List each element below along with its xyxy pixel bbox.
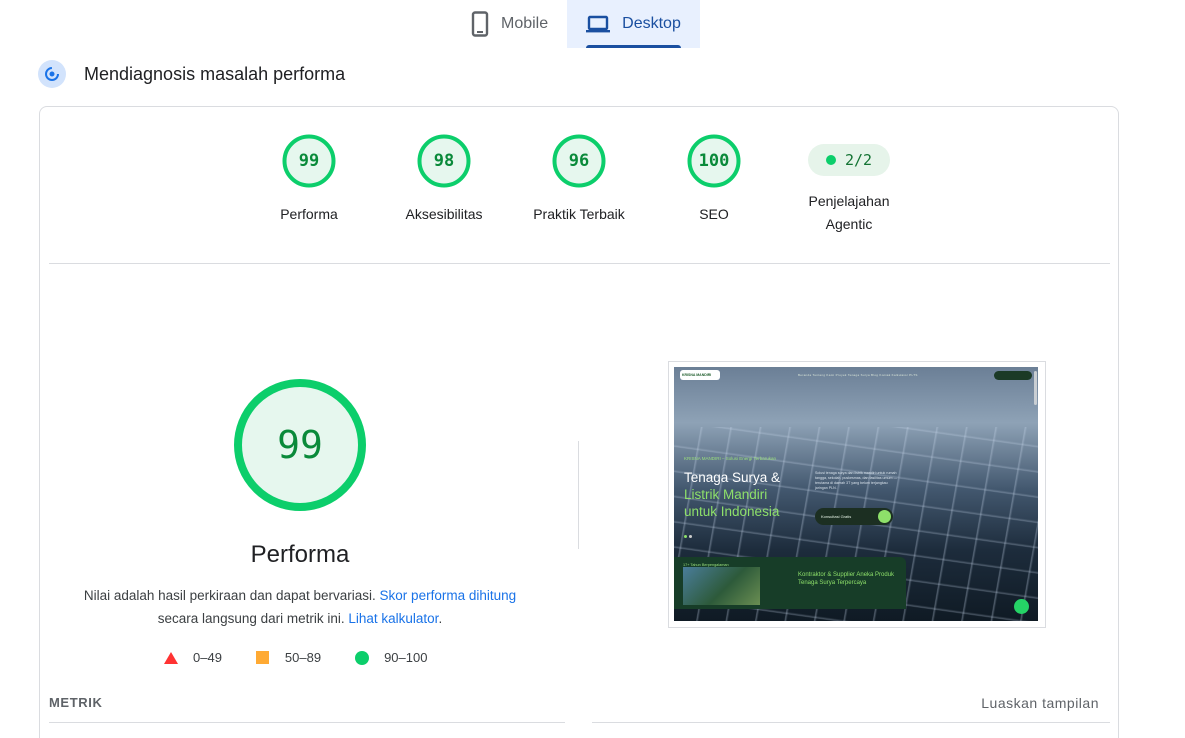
- legend-fail: 0–49: [164, 650, 222, 665]
- tab-desktop-label: Desktop: [622, 15, 681, 32]
- view-calculator-link[interactable]: Lihat kalkulator: [348, 611, 438, 626]
- divider: [49, 263, 1110, 264]
- headline-line: untuk Indonesia: [684, 504, 780, 519]
- diagnose-title: Mendiagnosis masalah performa: [84, 63, 346, 84]
- performance-score: 99: [277, 423, 323, 467]
- score-value: 99: [298, 151, 320, 171]
- device-tabs: Mobile Desktop: [452, 0, 700, 48]
- legend-range: 0–49: [193, 650, 222, 665]
- diagnose-gauge-icon: [38, 60, 66, 88]
- site-nav-button: [994, 370, 1032, 380]
- site-nav: KRISNA MANDIRI Beranda Tentang Kami Proy…: [674, 367, 1038, 383]
- fail-triangle-icon: [164, 651, 178, 664]
- average-square-icon: [255, 651, 269, 664]
- agentic-status-pill: 2/2: [808, 144, 890, 176]
- tab-desktop[interactable]: Desktop: [567, 0, 700, 48]
- performance-title: Performa: [250, 541, 350, 568]
- agentic-label-line2: Agentic: [825, 216, 873, 232]
- tab-mobile-label: Mobile: [501, 15, 549, 32]
- site-paragraph: Solusi tenaga surya dan listrik mandiri …: [815, 471, 898, 490]
- scrollbar: [1034, 371, 1037, 405]
- report-card: 99 Performa 98 Aksesibilitas 96 Praktik …: [39, 106, 1119, 738]
- carousel-dots: [684, 525, 696, 538]
- legend-average: 50–89: [255, 650, 322, 665]
- site-tagline: Kontraktor & Supplier Aneka Produk Tenag…: [798, 571, 898, 587]
- score-value: 98: [433, 151, 455, 171]
- tagline-highlight: Kontraktor & Supplier: [798, 572, 856, 578]
- score-seo[interactable]: 100 SEO: [654, 133, 774, 226]
- laptop-icon: [586, 15, 611, 33]
- score-label: Performa: [280, 206, 338, 222]
- legend-range: 50–89: [284, 650, 322, 665]
- agentic-value: 2/2: [844, 151, 873, 169]
- tab-mobile[interactable]: Mobile: [452, 0, 567, 48]
- pass-dot-icon: [825, 155, 836, 165]
- cta-label: Konsultasi Gratis: [821, 514, 852, 519]
- pass-circle-icon: [355, 650, 370, 665]
- legend-pass: 90–100: [355, 650, 427, 665]
- desc-text: secara langsung dari metrik ini.: [157, 611, 349, 626]
- score-value: 100: [698, 151, 730, 171]
- vertical-divider: [578, 441, 579, 549]
- score-gauge: 100: [686, 133, 742, 189]
- expand-view-toggle[interactable]: Luaskan tampilan: [592, 695, 1110, 723]
- score-agentic-browsing[interactable]: 2/2 Penjelajahan Agentic: [789, 133, 909, 236]
- category-scores: 99 Performa 98 Aksesibilitas 96 Praktik …: [40, 133, 1118, 263]
- final-screenshot[interactable]: KRISNA MANDIRI Beranda Tentang Kami Proy…: [668, 361, 1046, 628]
- score-gauge: 98: [416, 133, 472, 189]
- score-gauge: 96: [551, 133, 607, 189]
- score-gauge: 99: [281, 133, 337, 189]
- performance-description: Nilai adalah hasil perkiraan dan dapat b…: [80, 584, 520, 630]
- agentic-label-line1: Penjelajahan: [808, 193, 890, 209]
- website-screenshot: KRISNA MANDIRI Beranda Tentang Kami Proy…: [674, 367, 1038, 621]
- site-nav-links: Beranda Tentang Kami Proyek Tenaga Surya…: [798, 373, 918, 377]
- score-performance[interactable]: 99 Performa: [249, 133, 369, 226]
- score-label: SEO: [699, 206, 729, 222]
- whatsapp-icon: [1014, 599, 1029, 614]
- arrow-icon: [878, 510, 891, 523]
- score-value: 96: [568, 151, 590, 171]
- desc-text: .: [438, 611, 443, 626]
- score-best-practices[interactable]: 96 Praktik Terbaik: [519, 133, 639, 226]
- desc-text: Nilai adalah hasil perkiraan dan dapat b…: [83, 588, 380, 603]
- active-tab-indicator: [586, 45, 681, 48]
- site-headline: Tenaga Surya & Listrik Mandiri untuk Ind…: [684, 469, 804, 520]
- legend-range: 90–100: [384, 650, 428, 665]
- site-bottom-panel: 17+ Tahun Berpengalaman Kontraktor & Sup…: [674, 557, 906, 609]
- site-logo: KRISNA MANDIRI: [680, 370, 720, 380]
- score-label: Praktik Terbaik: [533, 206, 625, 222]
- site-cta: Konsultasi Gratis: [815, 508, 893, 525]
- score-legend: 0–49 50–89 90–100: [164, 650, 461, 665]
- diagnose-heading: Mendiagnosis masalah performa: [38, 60, 345, 88]
- project-photo: [683, 567, 760, 605]
- phone-icon: [471, 11, 489, 37]
- headline-line: Listrik Mandiri: [684, 487, 768, 502]
- score-label: Aksesibilitas: [405, 206, 483, 222]
- experience-badge: 17+ Tahun Berpengalaman: [683, 563, 729, 567]
- performance-gauge: 99: [232, 377, 368, 513]
- metrics-heading: METRIK: [49, 695, 565, 723]
- site-eyebrow: KRISNA MANDIRI – Solusi Energi Terbaruka…: [684, 456, 776, 461]
- score-label: Penjelajahan Agentic: [789, 190, 909, 236]
- score-accessibility[interactable]: 98 Aksesibilitas: [384, 133, 504, 226]
- score-calculated-link[interactable]: Skor performa dihitung: [380, 588, 517, 603]
- headline-line: Tenaga Surya &: [684, 470, 781, 485]
